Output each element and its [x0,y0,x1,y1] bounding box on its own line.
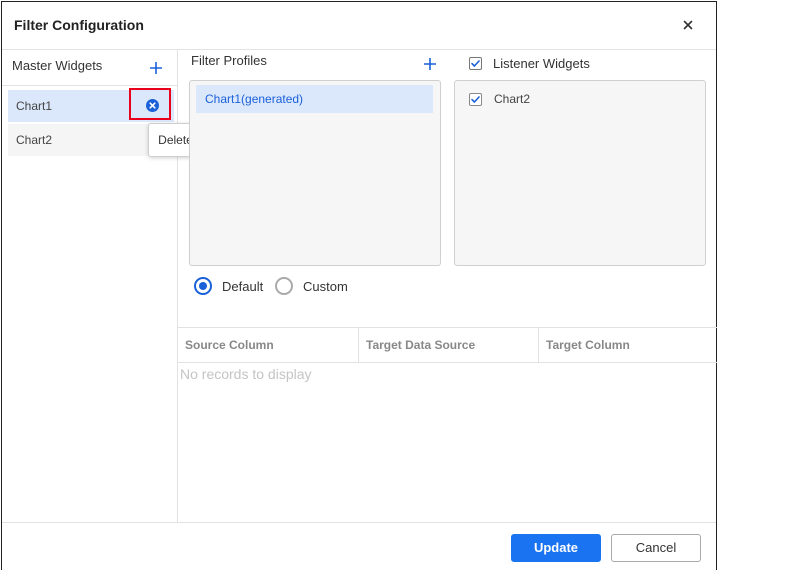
grid-header: Source Column Target Data Source Target … [178,327,717,363]
cancel-button[interactable]: Cancel [611,534,701,562]
radio-custom-label: Custom [303,279,348,294]
grid-empty-message: No records to display [180,366,312,382]
listener-item-label: Chart2 [494,92,531,106]
master-item-chart1[interactable]: Chart1 [8,88,174,122]
column-header-target-data-source[interactable]: Target Data Source [358,328,538,362]
master-item-label: Chart2 [16,133,53,147]
filter-profile-label: Chart1(generated) [205,92,304,106]
listener-widgets-list: Chart2 [454,80,706,266]
column-header-source-column[interactable]: Source Column [178,328,358,362]
master-widgets-panel: Master Widgets Chart1 Chart2 [2,49,178,523]
listener-widgets-title: Listener Widgets [493,56,590,71]
circle-x-icon [146,99,159,112]
dialog-titlebar: Filter Configuration [2,2,716,50]
dialog-footer: Update Cancel [2,522,716,570]
filter-configuration-dialog: Filter Configuration Master Widgets Char… [1,1,717,570]
update-button[interactable]: Update [511,534,601,562]
dialog-title: Filter Configuration [14,17,144,33]
add-master-widget-icon[interactable] [148,60,164,76]
radio-default-label: Default [222,279,264,294]
master-widgets-title: Master Widgets [12,58,103,73]
radio-custom[interactable] [275,277,293,295]
filter-profile-item[interactable]: Chart1(generated) [196,85,433,113]
filter-profiles-list: Chart1(generated) [189,80,441,266]
listener-item-checkbox[interactable] [469,93,482,106]
add-filter-profile-icon[interactable] [422,56,438,72]
filter-profiles-title: Filter Profiles [191,53,267,68]
column-header-target-column[interactable]: Target Column [538,328,717,362]
radio-default[interactable] [194,277,212,295]
delete-button[interactable] [129,88,171,120]
master-widgets-header: Master Widgets [2,49,177,86]
listener-select-all-checkbox[interactable] [469,57,482,70]
close-icon[interactable] [678,15,698,35]
master-item-label: Chart1 [16,99,53,113]
